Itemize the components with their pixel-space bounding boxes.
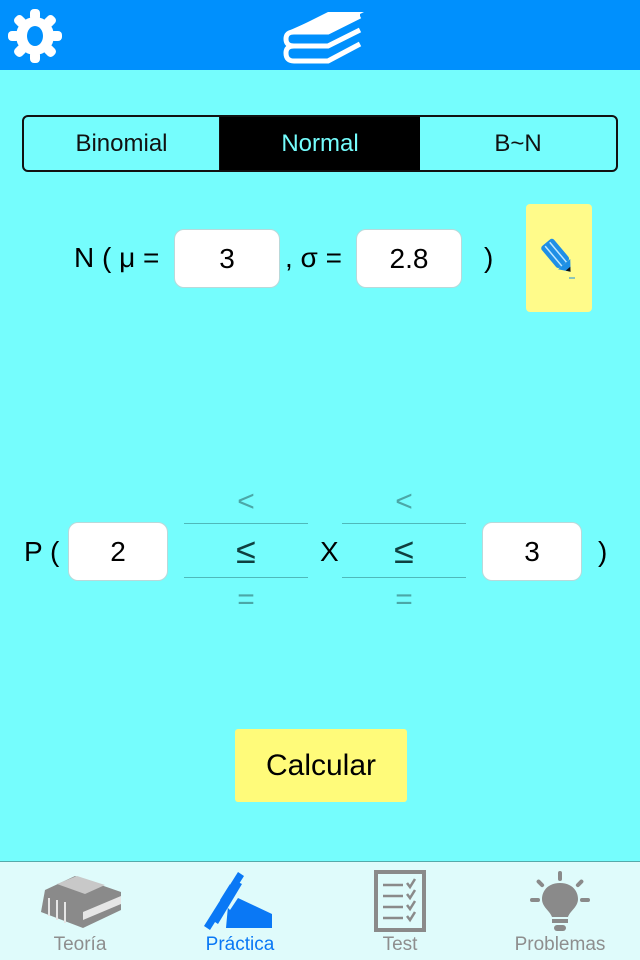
- picker-option-eq[interactable]: =: [184, 585, 308, 615]
- picker-divider: [184, 577, 308, 578]
- gear-icon[interactable]: [5, 6, 65, 66]
- probability-close-paren: ): [598, 536, 608, 567]
- tab-bar: Teoría Práctica Test Problemas: [0, 861, 640, 960]
- calculate-button[interactable]: Calcular: [235, 729, 407, 802]
- segment-b-n[interactable]: B~N: [420, 117, 616, 170]
- left-operator-picker[interactable]: < ≤ =: [184, 481, 308, 621]
- sigma-input[interactable]: 2.8: [356, 229, 462, 288]
- picker-option-lt[interactable]: <: [342, 487, 466, 517]
- sigma-label: , σ =: [285, 242, 342, 273]
- tab-label: Problemas: [514, 934, 606, 955]
- tab-practica[interactable]: Práctica: [160, 862, 320, 960]
- checklist-icon: [374, 870, 426, 932]
- tab-label: Teoría: [53, 934, 107, 955]
- close-paren: ): [484, 242, 494, 273]
- picker-option-le[interactable]: ≤: [184, 533, 308, 569]
- picker-option-le[interactable]: ≤: [342, 533, 466, 569]
- books-icon: [283, 12, 364, 64]
- top-bar: [0, 0, 640, 70]
- tab-problemas[interactable]: Problemas: [480, 862, 640, 960]
- picker-divider: [184, 523, 308, 524]
- picker-divider: [342, 577, 466, 578]
- segment-normal[interactable]: Normal: [220, 117, 420, 170]
- mu-input[interactable]: 3: [174, 229, 280, 288]
- probability-prefix-label: P (: [24, 536, 60, 567]
- picker-divider: [342, 523, 466, 524]
- tab-label: Práctica: [205, 934, 275, 955]
- book-icon: [41, 876, 121, 928]
- tab-label: Test: [382, 934, 418, 955]
- picker-option-lt[interactable]: <: [184, 487, 308, 517]
- edit-button[interactable]: [526, 204, 592, 312]
- right-operator-picker[interactable]: < ≤ =: [342, 481, 466, 621]
- distribution-segmented-control: Binomial Normal B~N: [22, 115, 618, 172]
- lightbulb-icon: [530, 871, 590, 931]
- segment-binomial[interactable]: Binomial: [24, 117, 220, 170]
- picker-option-eq[interactable]: =: [342, 585, 466, 615]
- hand-writing-icon: [204, 872, 272, 930]
- normal-prefix-label: N ( μ =: [74, 242, 160, 273]
- tab-test[interactable]: Test: [320, 862, 480, 960]
- upper-bound-input[interactable]: 3: [482, 522, 582, 581]
- variable-x-label: X: [320, 536, 339, 567]
- lower-bound-input[interactable]: 2: [68, 522, 168, 581]
- pencil-icon: [541, 238, 575, 279]
- tab-teoria[interactable]: Teoría: [0, 862, 160, 960]
